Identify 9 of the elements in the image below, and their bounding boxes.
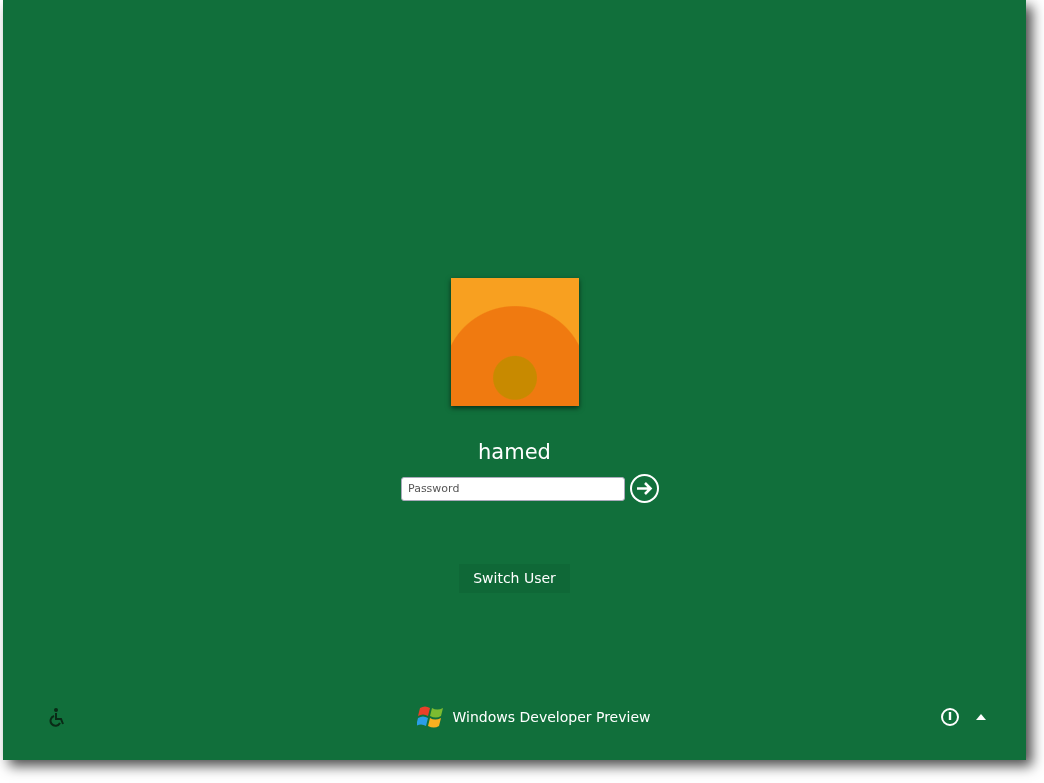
submit-button[interactable] — [629, 473, 660, 504]
power-icon[interactable] — [940, 707, 960, 727]
caret-icon[interactable] — [976, 714, 986, 720]
brand-text: Windows Developer Preview — [452, 707, 651, 727]
user-name: hamed — [478, 442, 551, 463]
password-field[interactable]: Password — [401, 476, 625, 501]
switch-user-button[interactable]: Switch User — [459, 564, 570, 593]
windows-logo-icon — [416, 704, 445, 730]
accessibility-icon[interactable] — [47, 707, 67, 727]
